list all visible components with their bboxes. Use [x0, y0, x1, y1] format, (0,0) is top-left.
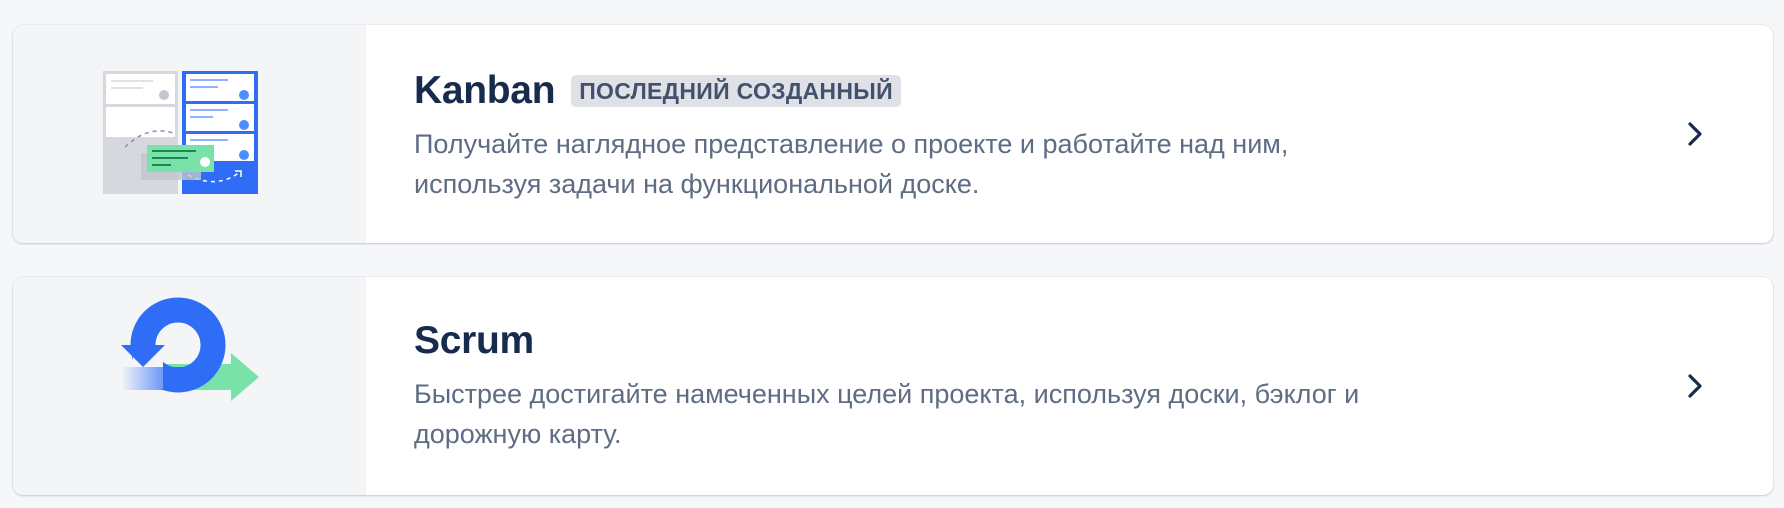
template-card-scrum[interactable]: Scrum Быстрее достигайте намеченных целе…	[13, 277, 1773, 495]
kanban-illustration-panel	[13, 25, 366, 243]
scrum-illustration-panel	[13, 277, 366, 495]
scrum-content: Scrum Быстрее достигайте намеченных целе…	[366, 277, 1773, 495]
kanban-title-row: Kanban ПОСЛЕДНИЙ СОЗДАННЫЙ	[414, 69, 1773, 113]
kanban-title: Kanban	[414, 69, 556, 112]
scrum-title: Scrum	[414, 319, 534, 362]
chevron-right-icon[interactable]	[1683, 118, 1707, 150]
template-card-kanban[interactable]: Kanban ПОСЛЕДНИЙ СОЗДАННЫЙ Получайте наг…	[13, 25, 1773, 243]
kanban-description-line-2: используя задачи на функциональной доске…	[414, 169, 980, 199]
kanban-content: Kanban ПОСЛЕДНИЙ СОЗДАННЫЙ Получайте наг…	[366, 25, 1773, 243]
scrum-description: Быстрее достигайте намеченных целей прое…	[414, 374, 1474, 454]
scrum-cycle-illustration	[121, 297, 259, 401]
scrum-description-line-2: дорожную карту.	[414, 419, 622, 449]
kanban-board-illustration	[103, 71, 258, 194]
scrum-description-line-1: Быстрее достигайте намеченных целей прое…	[414, 379, 1360, 409]
chevron-right-icon[interactable]	[1683, 370, 1707, 402]
scrum-title-row: Scrum	[414, 319, 1773, 363]
kanban-description-line-1: Получайте наглядное представление о прое…	[414, 129, 1289, 159]
kanban-description: Получайте наглядное представление о прое…	[414, 124, 1474, 204]
last-created-badge: ПОСЛЕДНИЙ СОЗДАННЫЙ	[571, 75, 901, 107]
